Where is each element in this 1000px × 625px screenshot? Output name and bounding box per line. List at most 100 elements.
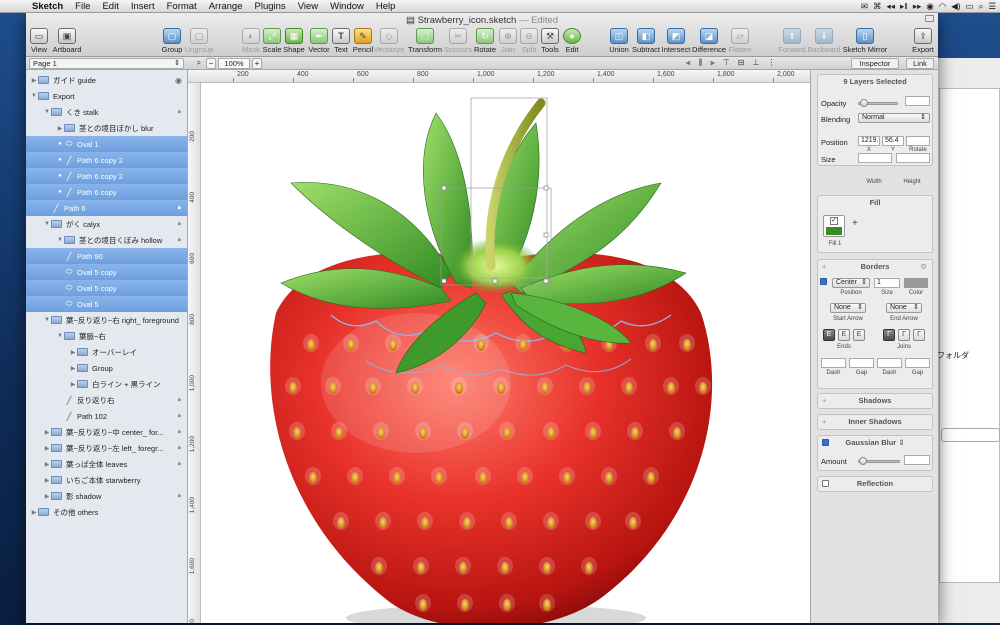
sketch-mirror-button[interactable]: ▯ Sketch Mirror <box>843 28 887 54</box>
resize-handle[interactable] <box>441 185 447 191</box>
disclosure-collapsed-icon[interactable]: ▶ <box>69 349 77 356</box>
play-pause-icon[interactable]: ▸‖ <box>900 1 908 12</box>
resize-handle[interactable] <box>441 278 447 284</box>
layer-row[interactable]: ▶ 葉っぱ全体 leaves 🔒︎ <box>26 456 187 472</box>
layer-row[interactable]: ⬭ Oval 5 copy <box>26 280 187 296</box>
gap-1-field[interactable] <box>849 358 874 368</box>
backward-button[interactable]: ⬇ Backward <box>807 28 841 54</box>
layer-row[interactable]: ▶ その他 others <box>26 504 187 520</box>
blur-amount-knob[interactable] <box>859 457 867 465</box>
background-window[interactable]: フォルダ <box>930 58 1000 623</box>
add-fill-icon[interactable]: + <box>852 218 858 229</box>
layer-row[interactable]: ● ⬭ Oval 1 <box>26 136 187 152</box>
artboard-button[interactable]: ▣ Artboard <box>50 28 84 54</box>
layer-row[interactable]: ▶ 葉−反り返り−左 left_ foregr... 🔒︎ <box>26 440 187 456</box>
lock-icon[interactable]: 🔒︎ <box>178 205 181 212</box>
square-end-icon[interactable]: E <box>853 329 865 341</box>
fullscreen-icon[interactable] <box>925 15 934 22</box>
layer-row[interactable]: ● ╱ Path 6 copy 2 <box>26 168 187 184</box>
export-button[interactable]: ⇪ Export <box>906 28 938 54</box>
layer-row[interactable]: ╱ Path 102 🔒︎ <box>26 408 187 424</box>
add-inner-shadow-icon[interactable]: + <box>822 415 826 429</box>
layer-row[interactable]: ▶ ガイド guide ◉ <box>26 72 187 88</box>
disclosure-collapsed-icon[interactable]: ▶ <box>43 477 51 484</box>
resize-handle[interactable] <box>492 278 498 284</box>
lock-icon[interactable]: 🔒︎ <box>178 493 181 500</box>
distribute-icon[interactable]: ⋮ <box>767 58 775 68</box>
layer-row[interactable]: ╱ Path 90 <box>26 248 187 264</box>
status-icon[interactable]: ⌘ <box>873 1 882 12</box>
blur-amount-field[interactable] <box>904 455 930 465</box>
dash-2-field[interactable] <box>877 358 902 368</box>
battery-icon[interactable]: ▭ <box>966 1 974 12</box>
position-x-field[interactable]: 1219. <box>858 136 880 146</box>
search-icon[interactable]: ⌕ <box>194 58 204 69</box>
status-icon[interactable]: ✉ <box>861 1 868 12</box>
status-icon[interactable]: ◉ <box>926 1 933 12</box>
layer-row[interactable]: ▼ 茎との境目くぼみ hollow 🔒︎ <box>26 232 187 248</box>
disclosure-expanded-icon[interactable]: ▼ <box>43 317 51 323</box>
reflection-checkbox[interactable] <box>822 480 829 487</box>
start-arrow-select[interactable]: None ⇕ <box>830 303 866 313</box>
align-bottom-icon[interactable]: ⊥ <box>752 58 759 68</box>
menu-file[interactable]: File <box>69 1 96 12</box>
menu-arrange[interactable]: Arrange <box>203 1 249 12</box>
gaussian-blur-select[interactable]: Gaussian Blur <box>845 438 896 447</box>
rewind-icon[interactable]: ◂◂ <box>886 1 895 12</box>
opacity-field[interactable] <box>905 96 930 106</box>
lock-icon[interactable]: 🔒︎ <box>178 237 181 244</box>
resize-handle[interactable] <box>543 185 549 191</box>
end-arrow-select[interactable]: None ⇕ <box>886 303 922 313</box>
position-y-field[interactable]: 56.4 <box>882 136 904 146</box>
border-enabled-toggle[interactable] <box>818 277 828 287</box>
round-end-icon[interactable]: E <box>838 329 850 341</box>
canvas[interactable]: 200 400 600 800 1,000 1,200 1,400 1,600 1,800 2,0… <box>188 70 810 623</box>
layer-row[interactable]: ▶ 葉−反り返り−中 center_ for... 🔒︎ <box>26 424 187 440</box>
lock-icon[interactable]: 🔒︎ <box>178 445 181 452</box>
ungroup-button[interactable]: ▢ Ungroup <box>182 28 216 54</box>
layer-row[interactable]: ▼ 葉−反り返り−右 right_ foreground <box>26 312 187 328</box>
intersect-button[interactable]: ◩ Intersect <box>659 28 693 54</box>
align-right-icon[interactable]: ⫸ <box>710 58 715 68</box>
border-color-swatch[interactable] <box>904 278 928 288</box>
layer-row[interactable]: ▶ 白ライン + 黒ライン <box>26 376 187 392</box>
menu-format[interactable]: Format <box>161 1 203 12</box>
menu-edit[interactable]: Edit <box>96 1 124 12</box>
lock-icon[interactable]: 🔒︎ <box>178 221 181 228</box>
edit-button[interactable]: ● Edit <box>555 28 589 54</box>
reflection-section[interactable]: Reflection <box>817 476 933 492</box>
transform-button[interactable]: ⬚ Transform <box>408 28 442 54</box>
layer-row[interactable]: ╱ Path 6 🔒︎ <box>26 200 187 216</box>
layer-row[interactable]: ▶ Group <box>26 360 187 376</box>
wifi-icon[interactable]: ◠ <box>939 1 946 12</box>
disclosure-expanded-icon[interactable]: ▼ <box>56 333 64 339</box>
layer-row[interactable]: ▶ 茎との境目ぼかし blur <box>26 120 187 136</box>
menu-help[interactable]: Help <box>370 1 402 12</box>
align-left-icon[interactable]: ⫷ <box>686 58 691 68</box>
border-options-icon[interactable]: ⚙ <box>920 260 927 274</box>
disclosure-collapsed-icon[interactable]: ▶ <box>30 509 38 516</box>
menu-app-name[interactable]: Sketch <box>26 1 69 12</box>
forward-button[interactable]: ⬆ Forward <box>775 28 809 54</box>
resize-handle[interactable] <box>543 278 549 284</box>
disclosure-expanded-icon[interactable]: ▼ <box>30 93 38 99</box>
artwork[interactable] <box>201 83 810 623</box>
bevel-join-icon[interactable]: Γ <box>913 329 925 341</box>
subtract-button[interactable]: ◧ Subtract <box>629 28 663 54</box>
add-shadow-icon[interactable]: + <box>822 394 826 408</box>
disclosure-collapsed-icon[interactable]: ▶ <box>69 381 77 388</box>
gap-2-field[interactable] <box>905 358 930 368</box>
menu-plugins[interactable]: Plugins <box>249 1 292 12</box>
disclosure-expanded-icon[interactable]: ▼ <box>56 237 64 243</box>
disclosure-collapsed-icon[interactable]: ▶ <box>43 493 51 500</box>
layer-row[interactable]: ⬭ Oval 5 <box>26 296 187 312</box>
layer-row[interactable]: ▶ 影 shadow 🔒︎ <box>26 488 187 504</box>
layer-row[interactable]: ▼ くき stalk 🔒︎ <box>26 104 187 120</box>
layer-row[interactable]: ╱ 反り返り右 🔒︎ <box>26 392 187 408</box>
gaussian-blur-checkbox[interactable] <box>822 439 829 446</box>
disclosure-collapsed-icon[interactable]: ▶ <box>43 461 51 468</box>
visibility-eye-icon[interactable]: ◉ <box>175 76 182 85</box>
page-selector[interactable]: Page 1 ⇕ <box>29 58 184 69</box>
inspector-tab[interactable]: Inspector <box>851 58 899 69</box>
align-top-icon[interactable]: ⊤ <box>723 58 730 68</box>
